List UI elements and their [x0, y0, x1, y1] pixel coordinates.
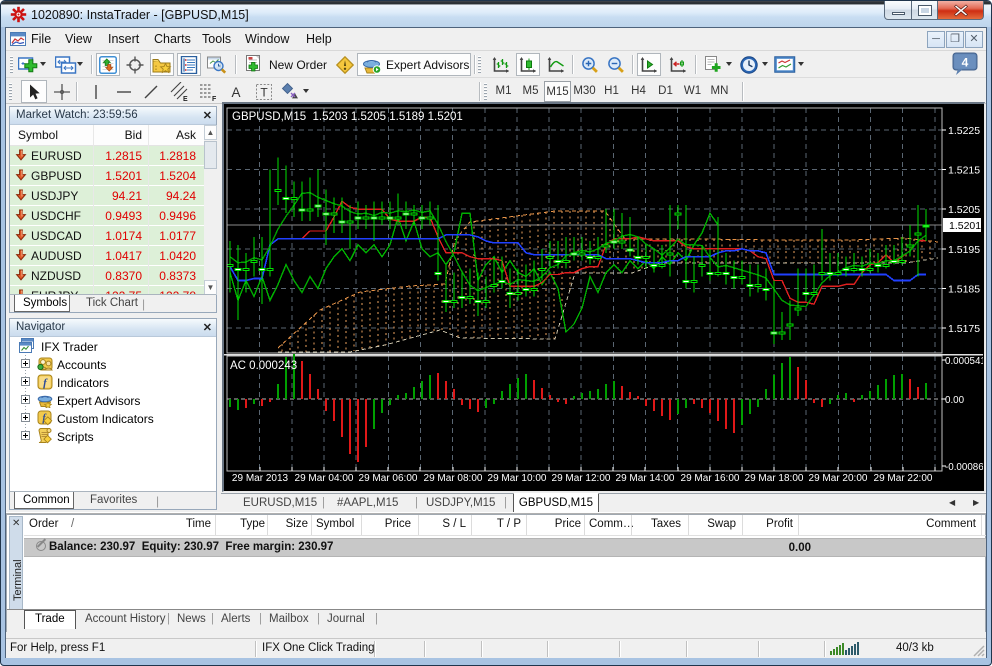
svg-text:1.5225: 1.5225: [948, 125, 980, 137]
svg-text:29 Mar 08:00: 29 Mar 08:00: [424, 473, 483, 484]
svg-text:29 Mar 2013: 29 Mar 2013: [232, 473, 289, 484]
svg-text:AC 0.000243: AC 0.000243: [230, 360, 297, 372]
svg-text:29 Mar 12:00: 29 Mar 12:00: [552, 473, 611, 484]
svg-text:0.000541: 0.000541: [945, 356, 983, 367]
svg-text:29 Mar 04:00: 29 Mar 04:00: [295, 473, 354, 484]
svg-text:A: A: [231, 85, 240, 100]
svg-text:0.00: 0.00: [945, 395, 965, 406]
svg-text:1.5205: 1.5205: [948, 204, 980, 216]
svg-text:GBPUSD,M15 1.5203 1.5205 1.51: GBPUSD,M15 1.5203 1.5205 1.5189 1.5201: [232, 111, 463, 123]
svg-text:E: E: [183, 96, 188, 102]
svg-text:T: T: [260, 85, 268, 99]
svg-text:1.5215: 1.5215: [948, 165, 980, 177]
svg-text:29 Mar 14:00: 29 Mar 14:00: [616, 473, 675, 484]
svg-text:-0.00086: -0.00086: [945, 462, 983, 473]
svg-text:29 Mar 22:00: 29 Mar 22:00: [874, 473, 933, 484]
svg-text:F: F: [212, 96, 217, 102]
svg-text:29 Mar 06:00: 29 Mar 06:00: [359, 473, 418, 484]
svg-text:1.5201: 1.5201: [949, 220, 981, 232]
svg-text:Terminal: Terminal: [12, 559, 24, 601]
svg-text:1.5195: 1.5195: [948, 244, 980, 256]
svg-text:1.5185: 1.5185: [948, 283, 980, 295]
svg-text:4: 4: [962, 56, 969, 70]
svg-text:29 Mar 16:00: 29 Mar 16:00: [681, 473, 740, 484]
svg-text:1.5175: 1.5175: [948, 323, 980, 335]
svg-text:29 Mar 20:00: 29 Mar 20:00: [809, 473, 868, 484]
svg-text:29 Mar 18:00: 29 Mar 18:00: [745, 473, 804, 484]
svg-text:29 Mar 10:00: 29 Mar 10:00: [488, 473, 547, 484]
